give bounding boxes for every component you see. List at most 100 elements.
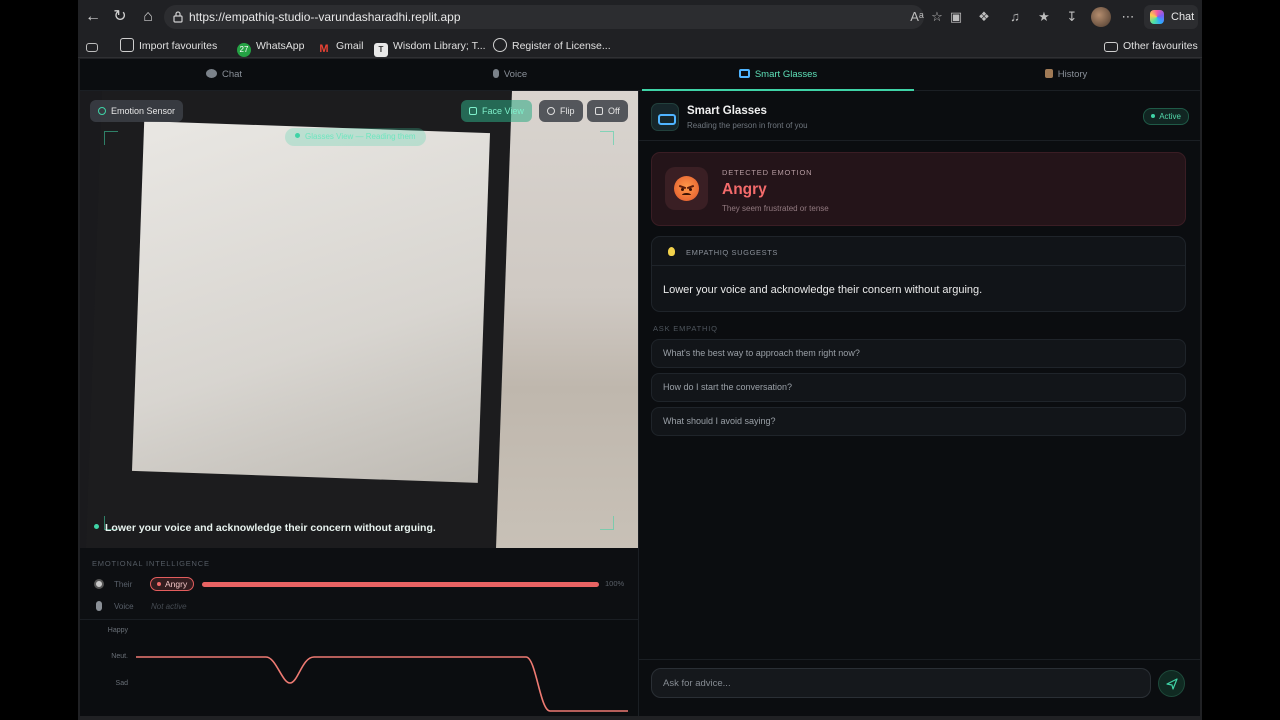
camera-caption: Lower your voice and acknowledge their c…: [94, 522, 436, 534]
folder-icon: [1104, 42, 1118, 52]
caption-dot: [94, 524, 99, 529]
send-button[interactable]: [1158, 670, 1185, 697]
face-view-button[interactable]: Face View: [461, 100, 532, 122]
camera-image-placeholder: [131, 121, 491, 483]
video-icon[interactable]: ▣: [947, 8, 965, 26]
suggestion-label: EMPATHIQ SUGGESTS: [686, 248, 779, 257]
detected-emotion-value: Angry: [722, 181, 767, 198]
their-confidence-bar: [202, 582, 599, 587]
glasses-view-pill: Glasses View — Reading them: [285, 128, 426, 146]
their-label: Their: [114, 580, 133, 589]
composer: [639, 659, 1200, 716]
confidence-fill: [202, 582, 599, 587]
frame-corner: [600, 516, 614, 530]
favorites-icon[interactable]: ★: [1035, 8, 1053, 26]
camera-icon: [595, 107, 603, 115]
flip-icon: [547, 107, 555, 115]
copilot-chat-label: Chat: [1171, 11, 1195, 23]
camera-feed: Emotion Sensor Face View Flip Off Glasse…: [80, 91, 638, 548]
microphone-icon: [492, 69, 499, 78]
read-aloud-icon[interactable]: Aᵃ: [908, 8, 926, 26]
timeline-line: [136, 656, 628, 712]
scroll-icon: [1044, 69, 1053, 78]
glasses-title: Smart Glasses: [687, 105, 767, 117]
emotion-dot: [157, 582, 161, 586]
copilot-chat-button[interactable]: Chat: [1144, 5, 1198, 29]
their-emotion-badge: Angry: [150, 577, 195, 591]
tab-history[interactable]: History: [930, 59, 1200, 91]
url-bar[interactable]: https://empathiq-studio--varundasharadhi…: [164, 5, 924, 29]
question-button-avoid[interactable]: What should I avoid saying?: [651, 407, 1186, 436]
media-control-icon[interactable]: ♫: [1006, 8, 1024, 26]
voice-status: Not active: [151, 602, 187, 611]
chat-bubble-icon: [205, 69, 217, 78]
bookmarks-bar: Import favourites 27 WhatsApp M Gmail T Wis…: [78, 33, 1202, 58]
screen: ← ↻ ⌂ https://empathiq-studio--varundash…: [0, 0, 1280, 720]
photo-placeholder: [138, 286, 484, 298]
suggestion-card: EMPATHIQ SUGGESTS Lower your voice and a…: [651, 236, 1186, 312]
other-favourites[interactable]: Other favourites: [1104, 38, 1198, 54]
address-row: ← ↻ ⌂ https://empathiq-studio--varundash…: [78, 0, 1202, 33]
wisdom-library-icon: T: [374, 43, 388, 57]
microphone-icon: [96, 601, 102, 611]
timeline-chart: [136, 656, 628, 712]
glasses-subtitle: Reading the person in front of you: [687, 121, 808, 130]
ei-heading: EMOTIONAL INTELLIGENCE: [92, 559, 210, 568]
register-icon: [493, 38, 507, 52]
whatsapp-icon: 27: [237, 43, 251, 57]
voice-label: Voice: [114, 602, 134, 611]
profile-avatar[interactable]: [1091, 7, 1111, 27]
bookmark-gmail[interactable]: M Gmail: [317, 38, 363, 55]
status-badge: Active: [1143, 108, 1189, 125]
extensions-icon[interactable]: ❖: [975, 8, 993, 26]
browser-window: ← ↻ ⌂ https://empathiq-studio--varundash…: [78, 0, 1202, 720]
more-menu-icon[interactable]: ⋯: [1119, 8, 1137, 26]
detected-emotion-label: DETECTED EMOTION: [722, 168, 813, 177]
url-text[interactable]: https://empathiq-studio--varundasharadhi…: [189, 10, 461, 24]
copilot-icon: [1150, 10, 1164, 24]
lightbulb-icon: [668, 247, 675, 256]
suggestion-header: EMPATHIQ SUGGESTS: [652, 237, 1185, 266]
advice-input[interactable]: [651, 668, 1151, 698]
angry-emoji-icon: [665, 167, 708, 210]
ask-heading: ASK EMPATHIQ: [653, 324, 718, 333]
home-icon[interactable]: ⌂: [137, 6, 159, 28]
question-button-start[interactable]: How do I start the conversation?: [651, 373, 1186, 402]
import-icon: [120, 38, 134, 52]
detected-emotion-description: They seem frustrated or tense: [722, 204, 829, 213]
tab-voice[interactable]: Voice: [374, 59, 646, 91]
bookmarks-menu-icon[interactable]: [86, 38, 103, 54]
frame-corner: [104, 131, 118, 145]
tab-chat[interactable]: Chat: [88, 59, 360, 91]
bookmark-wisdom-library[interactable]: T Wisdom Library; T...: [374, 38, 486, 57]
suggestion-text: Lower your voice and acknowledge their c…: [663, 284, 983, 296]
sensor-icon: [98, 107, 106, 115]
status-dot: [295, 133, 300, 138]
detected-emotion-card: DETECTED EMOTION Angry They seem frustra…: [651, 152, 1186, 226]
send-icon: [1166, 678, 1178, 690]
face-icon: [94, 579, 104, 589]
flip-button[interactable]: Flip: [539, 100, 583, 122]
favorite-star-icon[interactable]: ☆: [928, 8, 946, 26]
active-dot: [1151, 114, 1156, 118]
camera-background: [490, 91, 638, 548]
tab-bar: Chat Voice Smart Glasses History: [80, 59, 1200, 91]
their-confidence-pct: 100%: [605, 579, 625, 588]
bookmark-register[interactable]: Register of License...: [493, 38, 611, 54]
bookmark-import-favourites[interactable]: Import favourites: [120, 38, 217, 54]
question-button-approach[interactable]: What's the best way to approach them rig…: [651, 339, 1186, 368]
smart-glasses-icon: [651, 103, 679, 131]
glasses-icon: [738, 69, 750, 78]
refresh-icon[interactable]: ↻: [109, 6, 131, 28]
emotional-intelligence-panel: EMOTIONAL INTELLIGENCE Their Angry 100% …: [80, 548, 638, 620]
glasses-header: Smart Glasses Reading the person in fron…: [639, 91, 1200, 141]
site-info-icon[interactable]: [172, 10, 184, 23]
emotion-sensor-button[interactable]: Emotion Sensor: [90, 100, 184, 122]
back-arrow-icon[interactable]: ←: [82, 6, 104, 28]
bookmark-whatsapp[interactable]: 27 WhatsApp: [237, 38, 304, 57]
glasses-panel: Smart Glasses Reading the person in fron…: [638, 91, 1200, 716]
camera-off-button[interactable]: Off: [587, 100, 628, 122]
tab-smart-glasses[interactable]: Smart Glasses: [642, 59, 914, 91]
downloads-icon[interactable]: ↧: [1063, 8, 1081, 26]
emotion-timeline: Happy Neut. Sad: [80, 621, 638, 716]
